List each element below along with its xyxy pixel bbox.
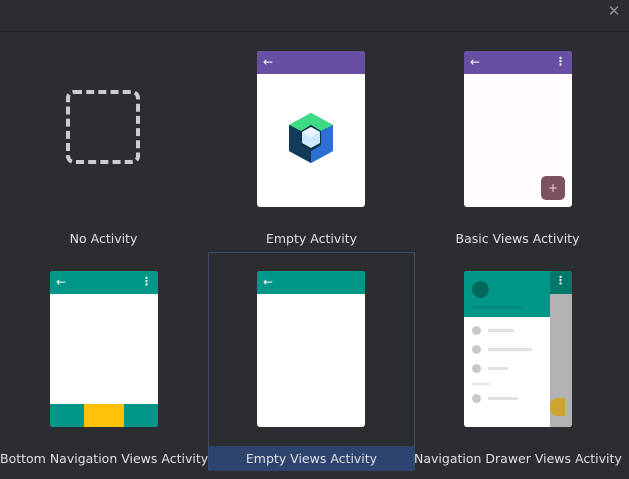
jetpack-compose-logo-icon <box>289 113 333 163</box>
app-bar: ← <box>257 271 365 294</box>
back-arrow-icon: ← <box>263 275 274 289</box>
drawer-header-text <box>472 306 522 309</box>
fab-icon <box>549 398 565 416</box>
template-empty-activity[interactable]: ← Empty Activity <box>208 33 415 251</box>
phone-preview: ← ⋮ <box>50 271 158 427</box>
app-bar: ← ⋮ <box>50 271 158 294</box>
app-bar: ← ⋮ <box>464 51 572 74</box>
overflow-menu-icon: ⋮ <box>555 55 566 68</box>
bottom-navigation-selected-item <box>84 404 124 427</box>
drawer-item <box>472 394 546 404</box>
navigation-drawer <box>464 271 550 427</box>
drawer-header <box>464 271 550 317</box>
phone-preview: ← <box>257 271 365 427</box>
back-arrow-icon: ← <box>470 55 481 69</box>
fab-add-icon: + <box>541 176 565 200</box>
template-label: Bottom Navigation Views Activity <box>0 451 209 466</box>
avatar <box>472 281 489 298</box>
template-label: No Activity <box>69 231 138 246</box>
drawer-item <box>472 326 546 336</box>
template-empty-views-activity[interactable]: ← Empty Views Activity <box>208 252 415 471</box>
template-label: Empty Views Activity <box>209 446 414 471</box>
template-label: Basic Views Activity <box>455 231 580 246</box>
drawer-item <box>472 364 546 374</box>
template-label: Empty Activity <box>265 231 358 246</box>
drawer-item <box>472 345 546 355</box>
app-bar: ← <box>257 51 365 74</box>
template-label: Navigation Drawer Views Activity <box>414 451 622 466</box>
empty-template-placeholder <box>66 90 140 164</box>
template-bottom-navigation-views-activity[interactable]: ← ⋮ Bottom Navigation Views Activity <box>0 253 209 471</box>
template-basic-views-activity[interactable]: ← ⋮ + Basic Views Activity <box>414 33 621 251</box>
back-arrow-icon: ← <box>263 55 274 69</box>
bottom-navigation-bar <box>50 404 158 427</box>
dialog-title-bar: ✕ <box>0 0 629 32</box>
drawer-divider <box>472 383 490 385</box>
phone-preview: ⋮ <box>464 271 572 427</box>
template-no-activity[interactable]: No Activity <box>0 33 207 251</box>
phone-preview: ← ⋮ + <box>464 51 572 207</box>
phone-preview: ← <box>257 51 365 207</box>
close-icon[interactable]: ✕ <box>605 2 623 20</box>
template-navigation-drawer-views-activity[interactable]: ⋮ Navigation Drawer Views Activity <box>414 253 622 471</box>
overflow-menu-icon: ⋮ <box>141 275 152 288</box>
app-bar: ⋮ <box>550 271 572 294</box>
back-arrow-icon: ← <box>56 275 67 289</box>
overflow-menu-icon: ⋮ <box>555 274 566 287</box>
